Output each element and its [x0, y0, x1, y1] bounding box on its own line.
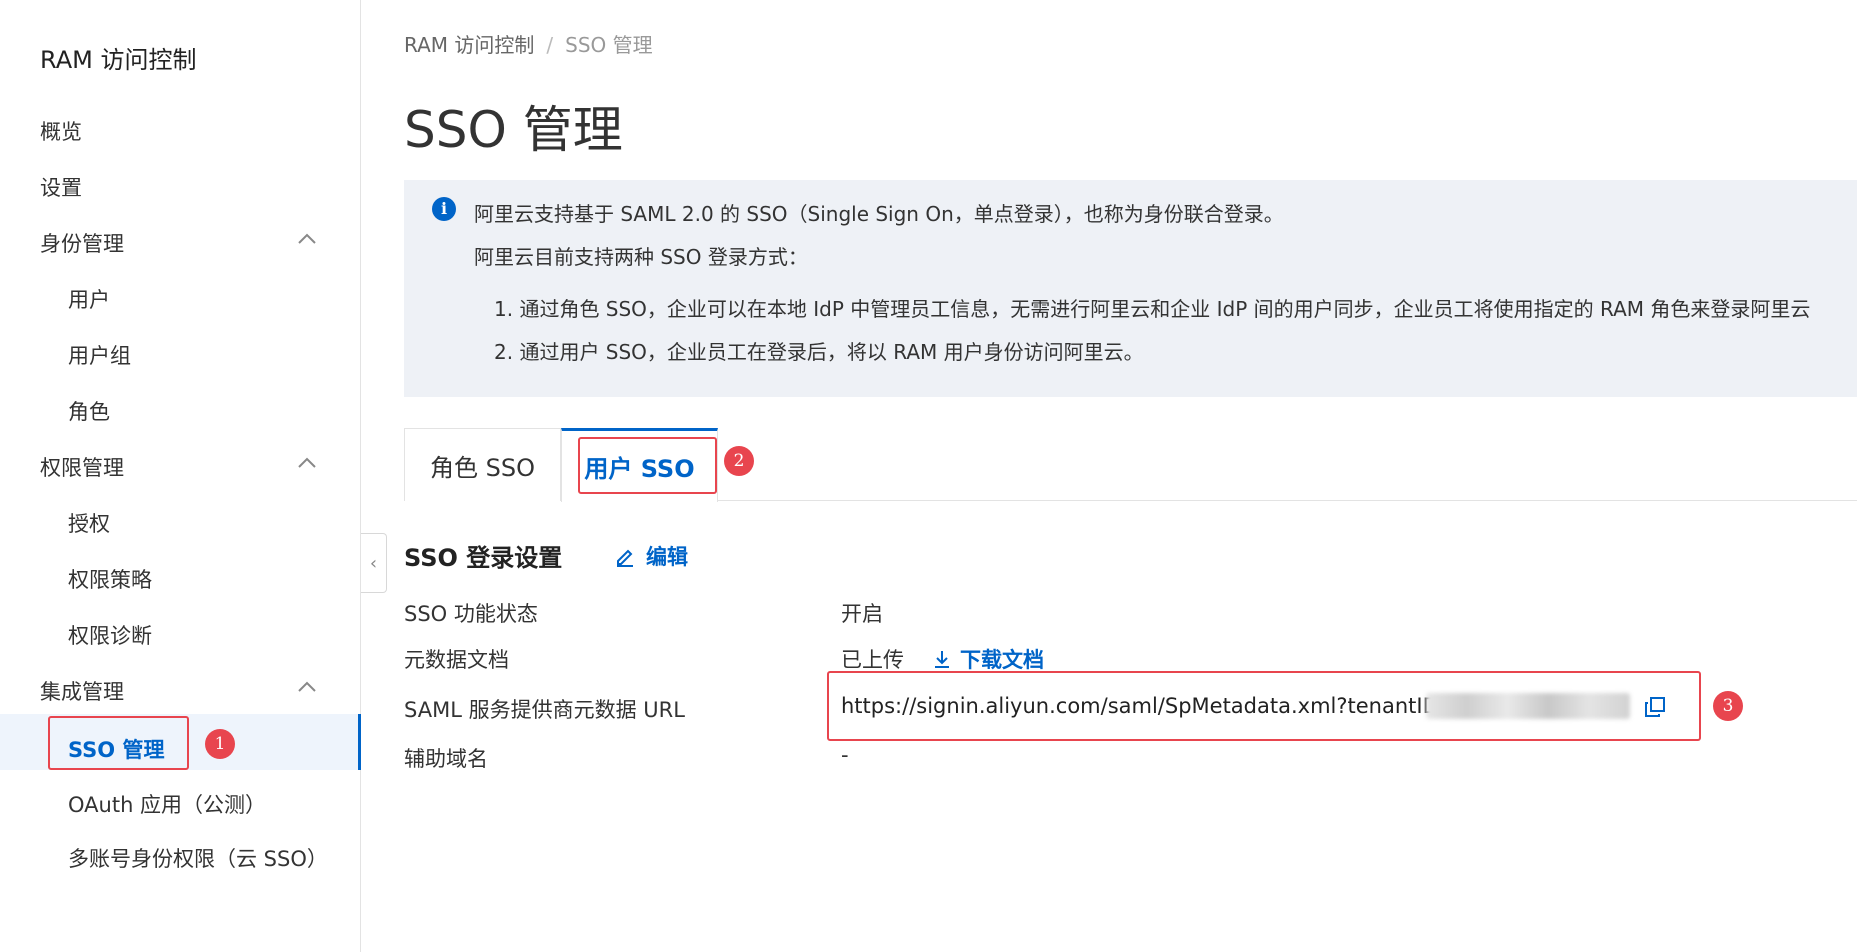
callout-badge-1: 1 [205, 729, 235, 759]
download-icon [935, 651, 949, 668]
pencil-icon [617, 549, 633, 567]
highlight-box-sso [48, 716, 189, 770]
highlight-box-user-sso [578, 437, 717, 494]
edit-label: 编辑 [646, 545, 688, 569]
value-aux-domain: - [841, 743, 849, 767]
value-sso-status: 开启 [841, 602, 883, 626]
info-text-line3: 1. 通过角色 SSO，企业可以在本地 IdP 中管理员工信息，无需进行阿里云和… [494, 297, 1811, 321]
info-icon: i [432, 197, 456, 221]
label-sso-status: SSO 功能状态 [404, 602, 538, 626]
sidebar-item-oauth[interactable]: OAuth 应用（公测） [68, 789, 266, 819]
sidebar-item-roles[interactable]: 角色 [68, 396, 110, 426]
callout-badge-3: 3 [1713, 691, 1743, 721]
sidebar: RAM 访问控制 概览 设置 身份管理 用户 用户组 角色 权限管理 授权 权限… [0, 0, 361, 952]
sidebar-group-permissions[interactable]: 权限管理 [40, 452, 124, 482]
value-saml-url: https://signin.aliyun.com/saml/SpMetadat… [841, 694, 1470, 718]
sidebar-item-diagnosis[interactable]: 权限诊断 [68, 620, 152, 650]
tab-role-sso[interactable]: 角色 SSO [404, 428, 561, 501]
active-indicator [358, 714, 361, 770]
sidebar-item-groups[interactable]: 用户组 [68, 340, 131, 370]
info-text-line1: 阿里云支持基于 SAML 2.0 的 SSO（Single Sign On，单点… [474, 202, 1284, 226]
page-title: SSO 管理 [404, 101, 623, 159]
download-doc-link[interactable]: 下载文档 [932, 644, 1044, 674]
sidebar-item-cloud-sso[interactable]: 多账号身份权限（云 SSO） [68, 843, 328, 873]
sidebar-collapse-handle[interactable]: ‹ [361, 533, 387, 593]
breadcrumb: RAM 访问控制 / SSO 管理 [404, 29, 653, 58]
sidebar-group-integration[interactable]: 集成管理 [40, 676, 124, 706]
sidebar-item-settings[interactable]: 设置 [40, 172, 82, 202]
chevron-up-icon[interactable] [296, 676, 318, 698]
sidebar-item-overview[interactable]: 概览 [40, 116, 82, 146]
label-metadata-doc: 元数据文档 [404, 648, 509, 672]
info-text-line4: 2. 通过用户 SSO，企业员工在登录后，将以 RAM 用户身份访问阿里云。 [494, 340, 1144, 364]
callout-badge-2: 2 [724, 446, 754, 476]
label-aux-domain: 辅助域名 [404, 747, 488, 771]
breadcrumb-current: SSO 管理 [565, 33, 653, 57]
edit-button[interactable]: 编辑 [614, 541, 688, 571]
sidebar-group-identity[interactable]: 身份管理 [40, 228, 124, 258]
chevron-up-icon[interactable] [296, 452, 318, 474]
breadcrumb-root[interactable]: RAM 访问控制 [404, 33, 534, 57]
info-text-line2: 阿里云目前支持两种 SSO 登录方式： [474, 245, 808, 269]
breadcrumb-separator: / [546, 33, 554, 57]
redacted-tenant-id [1426, 693, 1630, 719]
sidebar-item-users[interactable]: 用户 [68, 284, 110, 314]
chevron-left-icon: ‹ [369, 552, 378, 574]
label-saml-url: SAML 服务提供商元数据 URL [404, 698, 685, 722]
copy-icon[interactable] [1643, 695, 1667, 719]
section-title: SSO 登录设置 [404, 544, 563, 572]
download-label: 下载文档 [960, 648, 1044, 672]
sidebar-item-policies[interactable]: 权限策略 [68, 564, 152, 594]
value-metadata-doc: 已上传 [841, 648, 904, 672]
sidebar-item-grants[interactable]: 授权 [68, 508, 110, 538]
app-title: RAM 访问控制 [40, 46, 197, 74]
chevron-up-icon[interactable] [296, 228, 318, 250]
